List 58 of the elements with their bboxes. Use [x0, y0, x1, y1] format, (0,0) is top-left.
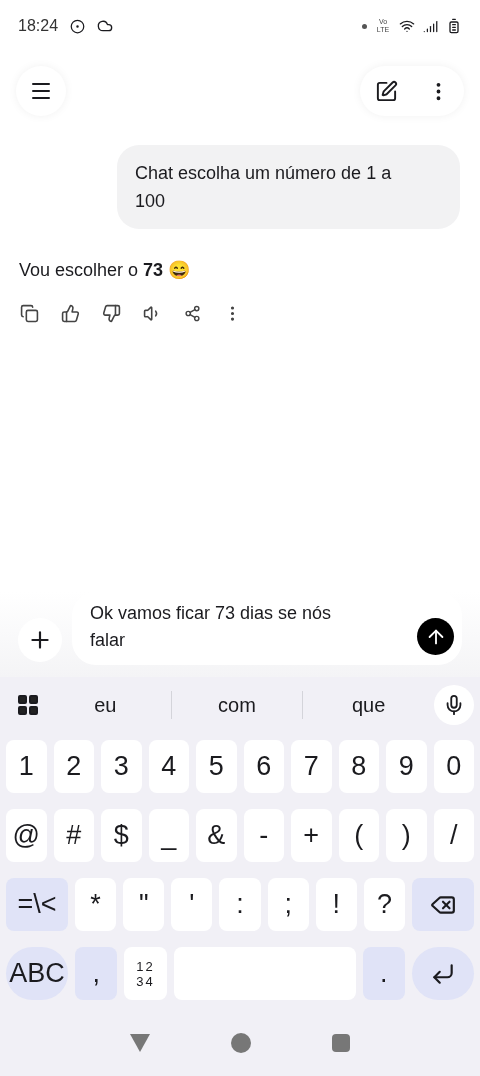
thumbs-down-icon[interactable]	[102, 304, 121, 323]
keyboard-key[interactable]: (	[338, 809, 379, 862]
assistant-message: Vou escolher o 73 😄	[18, 259, 192, 282]
enter-key[interactable]	[412, 947, 474, 1000]
status-time: 18:24	[18, 16, 59, 36]
keyboard-key[interactable]: :	[219, 878, 261, 931]
copy-icon[interactable]	[20, 304, 39, 323]
keyboard-key[interactable]: &	[196, 809, 237, 862]
keyboard-key[interactable]: 2	[53, 740, 94, 793]
keyboard-key[interactable]: *	[75, 878, 117, 931]
wifi-icon	[399, 18, 415, 34]
keyboard-key[interactable]: .	[362, 947, 405, 1000]
suggestion[interactable]: que	[303, 690, 434, 720]
battery-icon	[446, 18, 462, 34]
keyboard-key[interactable]: 9	[386, 740, 427, 793]
user-message: Chat escolha um número de 1 a 100	[117, 145, 460, 229]
keyboard-key[interactable]: 12 34	[124, 947, 167, 1000]
suggestion[interactable]: eu	[40, 690, 171, 720]
keyboard-key[interactable]: _	[148, 809, 189, 862]
home-icon[interactable]	[231, 1033, 251, 1053]
keyboard-key[interactable]: 3	[101, 740, 142, 793]
microphone-button[interactable]	[434, 685, 474, 725]
keyboard-key[interactable]: 0	[433, 740, 474, 793]
backspace-key[interactable]	[412, 878, 474, 931]
keyboard-key[interactable]: ;	[267, 878, 309, 931]
keyboard-key[interactable]: 4	[148, 740, 189, 793]
keyboard-key[interactable]: 7	[291, 740, 332, 793]
record-icon	[70, 18, 86, 34]
keyboard-key[interactable]: $	[101, 809, 142, 862]
keyboard-key[interactable]: )	[386, 809, 427, 862]
keyboard-key[interactable]: #	[53, 809, 94, 862]
keyboard-key[interactable]: +	[291, 809, 332, 862]
share-icon[interactable]	[184, 305, 201, 322]
send-button[interactable]	[417, 618, 454, 655]
add-button[interactable]	[18, 618, 62, 662]
signal-icon	[423, 18, 438, 34]
keyboard-key[interactable]: -	[243, 809, 284, 862]
keyboard-key[interactable]: "	[123, 878, 165, 931]
keyboard-key[interactable]: 1	[6, 740, 47, 793]
recents-icon[interactable]	[331, 1034, 350, 1052]
apps-icon[interactable]	[16, 693, 40, 717]
suggestion[interactable]: com	[171, 690, 303, 720]
keyboard-key[interactable]: @	[6, 809, 47, 862]
keyboard-key[interactable]: ,	[75, 947, 118, 1000]
keyboard-key[interactable]: 8	[338, 740, 379, 793]
keyboard-key[interactable]: ?	[363, 878, 405, 931]
thumbs-up-icon[interactable]	[61, 304, 80, 323]
keyboard-key[interactable]: !	[315, 878, 357, 931]
keyboard-key[interactable]: 6	[243, 740, 284, 793]
cloud-icon	[97, 18, 114, 34]
keyboard-key[interactable]: /	[433, 809, 474, 862]
edit-icon[interactable]	[374, 79, 398, 103]
message-text: Ok vamos ficar 73 dias se nós falar	[90, 602, 333, 652]
back-icon[interactable]	[130, 1034, 151, 1052]
keyboard-key[interactable]: =\<	[6, 878, 68, 931]
keyboard-key[interactable]: '	[171, 878, 213, 931]
keyboard-key[interactable]: 5	[196, 740, 237, 793]
keyboard-key[interactable]: ABC	[6, 947, 68, 1000]
